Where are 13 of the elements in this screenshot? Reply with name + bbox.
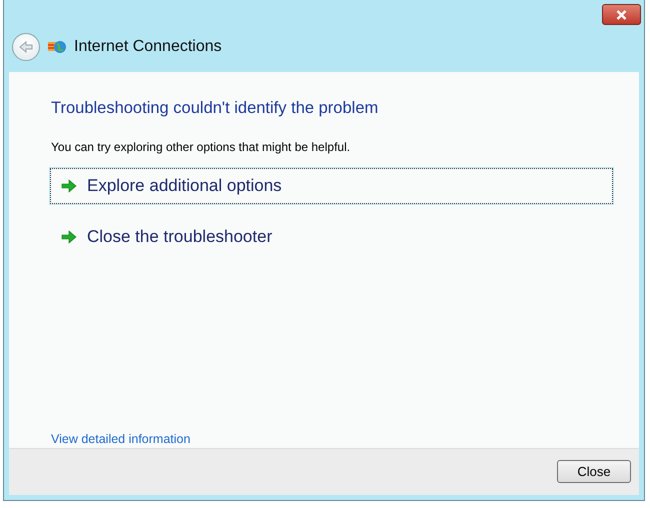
close-button[interactable]: Close bbox=[557, 460, 631, 482]
arrow-icon bbox=[61, 230, 77, 244]
command-link[interactable]: Close the troubleshooter bbox=[50, 219, 613, 255]
message-text: You can try exploring other options that might be helpful. bbox=[51, 140, 352, 154]
heading: Troubleshooting couldn't identify the problem bbox=[51, 99, 380, 118]
close-button[interactable] bbox=[602, 4, 641, 25]
command-link[interactable]: Explore additional options bbox=[50, 168, 613, 204]
arrow-icon bbox=[61, 179, 77, 193]
window-title: Internet Connections bbox=[74, 38, 222, 56]
close-icon bbox=[616, 10, 627, 20]
globe-icon bbox=[48, 39, 66, 55]
details-link[interactable]: View detailed information bbox=[51, 432, 190, 446]
back-arrow-icon bbox=[19, 41, 33, 53]
